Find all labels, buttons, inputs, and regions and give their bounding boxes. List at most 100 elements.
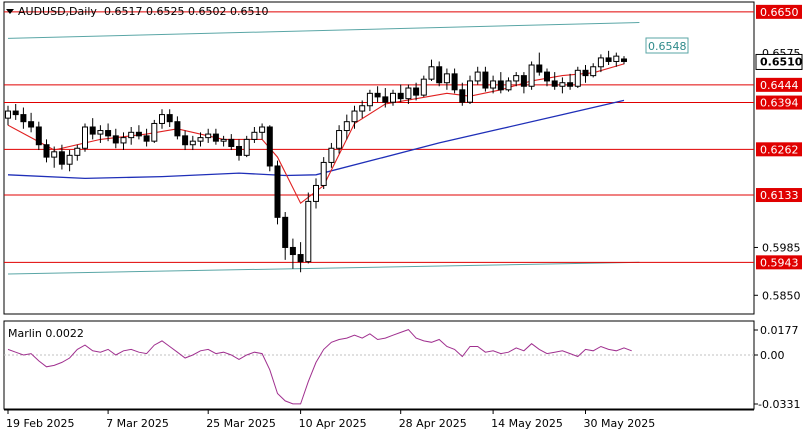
- x-tick-label-3: 10 Apr 2025: [299, 417, 367, 430]
- candle-80: [621, 56, 627, 65]
- candle-body-68: [528, 64, 535, 87]
- level-label-5: 0.5943: [760, 256, 799, 269]
- candle-46: [359, 100, 366, 119]
- candle-body-6: [51, 151, 58, 158]
- candle-79: [613, 52, 620, 67]
- x-tick-label-2: 25 Mar 2025: [206, 417, 276, 430]
- candle-42: [328, 142, 335, 168]
- candle-1: [12, 103, 19, 120]
- level-label-4: 0.6133: [760, 189, 799, 202]
- candle-64: [497, 72, 504, 94]
- candle-body-65: [505, 80, 512, 91]
- candle-58: [451, 68, 458, 94]
- candle-body-79: [613, 55, 620, 62]
- candle-body-75: [582, 69, 589, 77]
- candle-body-62: [482, 71, 489, 89]
- candle-55: [428, 59, 435, 81]
- candle-72: [559, 77, 566, 94]
- candle-body-54: [420, 78, 427, 96]
- candle-78: [605, 50, 612, 65]
- candle-27: [212, 128, 219, 145]
- candle-body-2: [20, 114, 27, 123]
- candle-62: [482, 66, 489, 92]
- candle-body-10: [82, 126, 88, 149]
- candle-body-16: [128, 131, 135, 139]
- candle-56: [436, 61, 443, 87]
- candle-body-50: [390, 92, 396, 103]
- candle-body-8: [66, 154, 73, 165]
- candle-body-47: [366, 92, 373, 107]
- candle-33: [259, 123, 266, 140]
- candle-22: [174, 116, 181, 140]
- candle-11: [89, 118, 96, 140]
- candle-body-45: [351, 110, 358, 123]
- level-label-3: 0.6262: [760, 143, 799, 156]
- candle-74: [574, 66, 581, 89]
- candle-body-18: [143, 135, 150, 142]
- candle-14: [112, 128, 119, 149]
- marlin-oscillator: [4, 329, 754, 405]
- candle-body-74: [574, 69, 581, 87]
- candle-body-28: [220, 138, 227, 142]
- candle-body-31: [243, 138, 250, 156]
- candle-24: [189, 135, 196, 151]
- candle-body-49: [382, 96, 389, 103]
- candle-16: [128, 127, 135, 145]
- candle-0: [5, 105, 11, 126]
- candle-body-36: [282, 216, 289, 248]
- candle-54: [420, 75, 427, 97]
- candle-69: [536, 52, 543, 76]
- candle-body-44: [343, 121, 350, 132]
- price-chart[interactable]: 0.6650 0.6444 0.6394 0.6262 0.6133 0.5943 19 …: [0, 0, 812, 435]
- candle-body-26: [205, 133, 212, 139]
- candle-20: [159, 109, 165, 129]
- candle-18: [143, 128, 150, 147]
- candle-body-37: [289, 246, 296, 256]
- candle-66: [513, 72, 520, 87]
- candle-31: [243, 135, 250, 158]
- candle-body-12: [97, 130, 104, 135]
- candle-body-17: [135, 131, 142, 137]
- candle-body-7: [58, 151, 65, 165]
- candle-32: [251, 127, 258, 143]
- candle-70: [544, 68, 550, 87]
- candle-body-32: [251, 131, 258, 140]
- candle-body-30: [236, 145, 242, 156]
- candle-body-55: [428, 66, 435, 80]
- candle-37: [289, 238, 296, 269]
- candle-5: [43, 139, 50, 163]
- candle-body-52: [405, 87, 412, 100]
- candle-body-61: [474, 71, 481, 82]
- candle-body-24: [189, 140, 196, 146]
- indicator-level-zero: 0.00: [760, 349, 785, 362]
- x-tick-label-0: 19 Feb 2025: [6, 417, 74, 430]
- indicator-panel-frame: [3, 320, 755, 410]
- candle-19: [151, 119, 158, 143]
- candle-body-71: [551, 80, 558, 87]
- level-label-2: 0.6394: [760, 97, 799, 110]
- x-tick-label-1: 7 Mar 2025: [106, 417, 169, 430]
- candle-body-9: [74, 147, 81, 156]
- x-tick-label-5: 14 May 2025: [491, 417, 563, 430]
- candle-body-69: [536, 64, 543, 73]
- price-label-plain-2: 0.5850: [762, 289, 801, 302]
- candle-17: [135, 125, 142, 140]
- candle-body-58: [451, 73, 458, 91]
- candle-35: [274, 160, 281, 225]
- candle-body-72: [559, 82, 566, 87]
- candle-65: [505, 77, 512, 92]
- candle-body-57: [443, 73, 450, 84]
- candle-body-56: [436, 66, 443, 84]
- x-tick-label-6: 30 May 2025: [584, 417, 656, 430]
- candle-body-39: [305, 200, 312, 263]
- candle-34: [266, 125, 273, 172]
- candle-body-73: [567, 82, 574, 87]
- candle-2: [20, 107, 27, 129]
- candle-29: [228, 134, 235, 151]
- candle-36: [282, 212, 289, 260]
- candle-body-41: [320, 161, 327, 186]
- candle-48: [374, 86, 381, 103]
- candle-body-19: [151, 122, 158, 142]
- candle-4: [35, 121, 42, 151]
- candle-8: [66, 150, 73, 172]
